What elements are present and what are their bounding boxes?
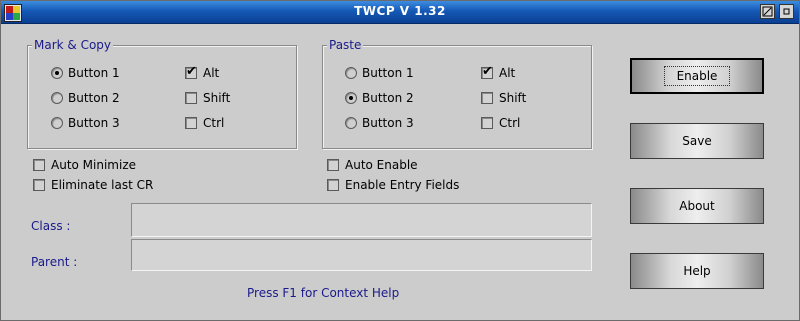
paste-radio-button-1[interactable]: Button 1 xyxy=(345,65,414,81)
enable-button-label: Enable xyxy=(663,66,731,86)
paste-ctrl-checkbox[interactable]: Ctrl xyxy=(481,115,520,131)
title-bar[interactable]: TWCP V 1.32 xyxy=(1,1,799,24)
checkbox-label: Alt xyxy=(499,66,516,80)
restore-icon[interactable] xyxy=(779,4,794,19)
radio-label: Button 1 xyxy=(68,66,120,80)
class-label: Class : xyxy=(31,219,71,233)
checkbox-label: Shift xyxy=(499,91,527,105)
radio-icon[interactable] xyxy=(345,67,357,79)
class-field[interactable] xyxy=(131,203,592,237)
eliminate-last-cr-checkbox[interactable]: Eliminate last CR xyxy=(33,177,153,193)
enable-entry-fields-checkbox[interactable]: Enable Entry Fields xyxy=(327,177,459,193)
radio-label: Button 3 xyxy=(362,116,414,130)
radio-icon[interactable] xyxy=(51,117,63,129)
radio-label: Button 3 xyxy=(68,116,120,130)
mark-copy-shift-checkbox[interactable]: Shift xyxy=(185,90,230,106)
context-help-text: Press F1 for Context Help xyxy=(247,286,400,300)
checkbox-icon[interactable] xyxy=(481,117,493,129)
paste-radio-button-3[interactable]: Button 3 xyxy=(345,115,414,131)
mark-copy-radio-button-2[interactable]: Button 2 xyxy=(51,90,120,106)
paste-title: Paste xyxy=(327,38,364,52)
checkbox-icon[interactable] xyxy=(185,117,197,129)
checkbox-label: Ctrl xyxy=(203,116,225,130)
radio-selected-icon[interactable] xyxy=(51,67,63,79)
save-button[interactable]: Save xyxy=(630,123,764,159)
mark-copy-ctrl-checkbox[interactable]: Ctrl xyxy=(185,115,224,131)
window-title: TWCP V 1.32 xyxy=(354,4,446,18)
mark-copy-radio-button-3[interactable]: Button 3 xyxy=(51,115,120,131)
radio-icon[interactable] xyxy=(345,117,357,129)
mark-copy-alt-checkbox[interactable]: Alt xyxy=(185,64,220,81)
radio-label: Button 1 xyxy=(362,66,414,80)
checkbox-icon[interactable] xyxy=(481,92,493,104)
checkbox-icon[interactable] xyxy=(185,92,197,104)
help-button[interactable]: Help xyxy=(630,253,764,289)
mark-copy-title: Mark & Copy xyxy=(32,38,114,52)
paste-shift-checkbox[interactable]: Shift xyxy=(481,90,526,106)
auto-minimize-checkbox[interactable]: Auto Minimize xyxy=(33,157,136,173)
checkbox-label: Shift xyxy=(203,91,231,105)
radio-label: Button 2 xyxy=(362,91,414,105)
checkbox-icon[interactable] xyxy=(33,179,45,191)
checkbox-label: Auto Minimize xyxy=(51,158,137,172)
checkbox-icon[interactable] xyxy=(33,159,45,171)
checkbox-icon[interactable] xyxy=(327,179,339,191)
radio-icon[interactable] xyxy=(51,92,63,104)
checkbox-checked-icon[interactable] xyxy=(481,64,493,79)
radio-label: Button 2 xyxy=(68,91,120,105)
checkbox-label: Auto Enable xyxy=(345,158,418,172)
checkbox-label: Eliminate last CR xyxy=(51,178,154,192)
parent-label: Parent : xyxy=(31,255,78,269)
checkbox-checked-icon[interactable] xyxy=(185,64,197,79)
paste-alt-checkbox[interactable]: Alt xyxy=(481,64,516,81)
checkbox-icon[interactable] xyxy=(327,159,339,171)
about-button[interactable]: About xyxy=(630,188,764,224)
radio-selected-icon[interactable] xyxy=(345,92,357,104)
auto-enable-checkbox[interactable]: Auto Enable xyxy=(327,157,418,173)
minimize-icon[interactable] xyxy=(760,4,775,19)
main-window: TWCP V 1.32 Mark & Copy Button 1 Button … xyxy=(0,0,800,321)
enable-button[interactable]: Enable xyxy=(630,58,764,94)
checkbox-label: Enable Entry Fields xyxy=(345,178,460,192)
checkbox-label: Alt xyxy=(203,66,220,80)
paste-radio-button-2[interactable]: Button 2 xyxy=(345,90,414,106)
parent-field[interactable] xyxy=(131,239,592,271)
checkbox-label: Ctrl xyxy=(499,116,521,130)
mark-copy-radio-button-1[interactable]: Button 1 xyxy=(51,65,120,81)
